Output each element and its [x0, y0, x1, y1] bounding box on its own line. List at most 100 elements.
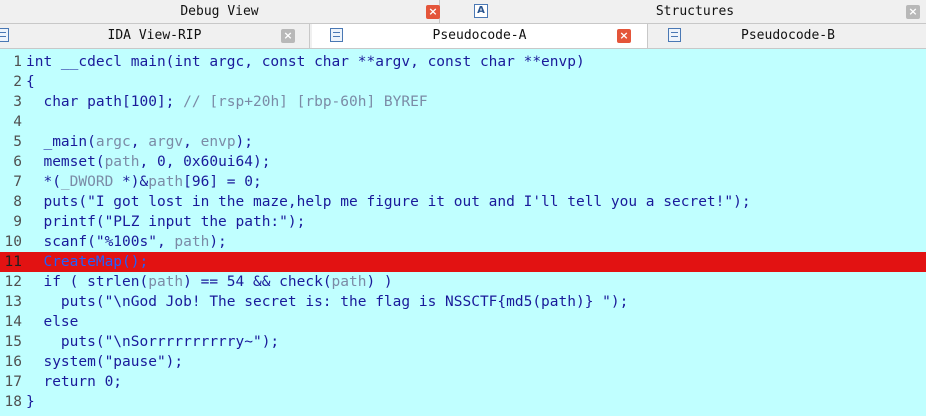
- code-token: if ( strlen(: [26, 274, 149, 290]
- code-line[interactable]: 18}: [0, 392, 926, 412]
- code-token: puts("\nSorrrrrrrrrry~");: [26, 334, 280, 350]
- code-text: memset(path, 0, 0x60ui64);: [26, 152, 270, 172]
- code-text: {: [26, 72, 35, 92]
- line-number[interactable]: 7: [0, 172, 22, 192]
- code-line[interactable]: 3 char path[100]; // [rsp+20h] [rbp-60h]…: [0, 92, 926, 112]
- code-text: }: [26, 392, 35, 412]
- code-text: return 0;: [26, 372, 122, 392]
- code-token: puts("\nGod Job! The secret is: the flag…: [26, 294, 629, 310]
- code-token: ,: [183, 134, 201, 150]
- line-number[interactable]: 17: [0, 372, 22, 392]
- tab-pseudocode-b[interactable]: Pseudocode-B: [650, 24, 926, 48]
- code-line[interactable]: 14 else: [0, 312, 926, 332]
- code-line-breakpoint[interactable]: 11 CreateMap();: [0, 252, 926, 272]
- code-text: else: [26, 312, 78, 332]
- code-token: );: [235, 134, 254, 150]
- code-line[interactable]: 13 puts("\nGod Job! The secret is: the f…: [0, 292, 926, 312]
- variable-token: argv: [148, 134, 184, 150]
- line-number[interactable]: 12: [0, 272, 22, 292]
- code-line[interactable]: 15 puts("\nSorrrrrrrrrry~");: [0, 332, 926, 352]
- code-line[interactable]: 4: [0, 112, 926, 132]
- close-icon[interactable]: ×: [906, 5, 920, 19]
- line-number[interactable]: 5: [0, 132, 22, 152]
- code-line[interactable]: 1 int __cdecl main(int argc, const char *…: [0, 52, 926, 72]
- comment-token: // [rsp+20h] [rbp-60h] BYREF: [183, 94, 428, 110]
- code-line[interactable]: 8 puts("I got lost in the maze,help me f…: [0, 192, 926, 212]
- tab-label: Debug View: [180, 4, 259, 19]
- code-line[interactable]: 10 scanf("%100s", path);: [0, 232, 926, 252]
- line-number[interactable]: 8: [0, 192, 22, 212]
- code-token: ) == 54 && check(: [183, 274, 332, 290]
- line-number[interactable]: 13: [0, 292, 22, 312]
- close-icon[interactable]: ×: [281, 29, 295, 43]
- code-text: CreateMap();: [26, 252, 148, 272]
- close-icon[interactable]: ×: [617, 29, 631, 43]
- code-token: *)&: [113, 174, 149, 190]
- code-token: {: [26, 74, 35, 90]
- code-text: char path[100]; // [rsp+20h] [rbp-60h] B…: [26, 92, 428, 112]
- code-token: int __cdecl main(int argc, const char **…: [26, 54, 585, 70]
- line-number[interactable]: 11: [0, 252, 22, 272]
- code-line[interactable]: 7 *(_DWORD *)&path[96] = 0;: [0, 172, 926, 192]
- code-text: *(_DWORD *)&path[96] = 0;: [26, 172, 261, 192]
- code-line[interactable]: 2{: [0, 72, 926, 92]
- code-token: printf("PLZ input the path:");: [26, 214, 306, 230]
- code-token: , 0, 0x60ui64);: [139, 154, 271, 170]
- tab-ida-view-rip[interactable]: IDA View-RIP ×: [0, 24, 310, 48]
- code-token: );: [209, 234, 227, 250]
- code-token: char path[100];: [26, 94, 184, 110]
- close-icon[interactable]: ×: [426, 5, 440, 19]
- variable-token: path: [331, 274, 367, 290]
- line-number[interactable]: 16: [0, 352, 22, 372]
- line-number[interactable]: 10: [0, 232, 22, 252]
- code-line[interactable]: 5 _main(argc, argv, envp);: [0, 132, 926, 152]
- code-token: puts("I got lost in the maze,help me fig…: [26, 194, 751, 210]
- code-token: else: [26, 314, 79, 330]
- code-token: _main(: [26, 134, 96, 150]
- code-text: _main(argc, argv, envp);: [26, 132, 253, 152]
- editor-tab-bar: IDA View-RIP × Pseudocode-A × Pseudocode…: [0, 24, 926, 49]
- code-token: CreateMap();: [26, 254, 149, 270]
- code-token: system("pause");: [26, 354, 184, 370]
- line-number[interactable]: 18: [0, 392, 22, 412]
- code-text: puts("I got lost in the maze,help me fig…: [26, 192, 751, 212]
- code-line[interactable]: 9 printf("PLZ input the path:");: [0, 212, 926, 232]
- line-number[interactable]: 4: [0, 112, 22, 132]
- line-number[interactable]: 14: [0, 312, 22, 332]
- tab-label: Pseudocode-A: [432, 28, 527, 43]
- tab-pseudocode-a[interactable]: Pseudocode-A ×: [312, 24, 648, 48]
- variable-token: envp: [200, 134, 236, 150]
- code-line[interactable]: 17 return 0;: [0, 372, 926, 392]
- tab-debug-view[interactable]: Debug View ×: [0, 0, 440, 23]
- line-number[interactable]: 15: [0, 332, 22, 352]
- code-text: int __cdecl main(int argc, const char **…: [26, 52, 585, 72]
- code-token: scanf("%100s",: [26, 234, 175, 250]
- pseudocode-view[interactable]: 1 int __cdecl main(int argc, const char *…: [0, 49, 926, 416]
- variable-token: path: [148, 274, 184, 290]
- code-text: if ( strlen(path) == 54 && check(path) ): [26, 272, 393, 292]
- tab-label: IDA View-RIP: [107, 28, 202, 43]
- code-token: ) ): [366, 274, 393, 290]
- variable-token: path: [148, 174, 184, 190]
- line-number[interactable]: 3: [0, 92, 22, 112]
- variable-token: _DWORD: [60, 174, 114, 190]
- code-token: ,: [130, 134, 149, 150]
- code-line[interactable]: 6 memset(path, 0, 0x60ui64);: [0, 152, 926, 172]
- variable-token: argc: [95, 134, 131, 150]
- line-number[interactable]: 2: [0, 72, 22, 92]
- tab-label: Structures: [655, 4, 735, 19]
- code-text: printf("PLZ input the path:");: [26, 212, 305, 232]
- line-number[interactable]: 9: [0, 212, 22, 232]
- code-token: *(: [26, 174, 61, 190]
- code-token: memset(: [26, 154, 105, 170]
- line-number[interactable]: 6: [0, 152, 22, 172]
- code-token: }: [26, 394, 35, 410]
- code-text: system("pause");: [26, 352, 183, 372]
- variable-token: path: [174, 234, 210, 250]
- top-tab-bar: Debug View × A Structures ×: [0, 0, 926, 24]
- code-line[interactable]: 16 system("pause");: [0, 352, 926, 372]
- tab-structures[interactable]: A Structures ×: [464, 0, 926, 23]
- code-line[interactable]: 12 if ( strlen(path) == 54 && check(path…: [0, 272, 926, 292]
- code-text: scanf("%100s", path);: [26, 232, 227, 252]
- line-number[interactable]: 1: [0, 52, 22, 72]
